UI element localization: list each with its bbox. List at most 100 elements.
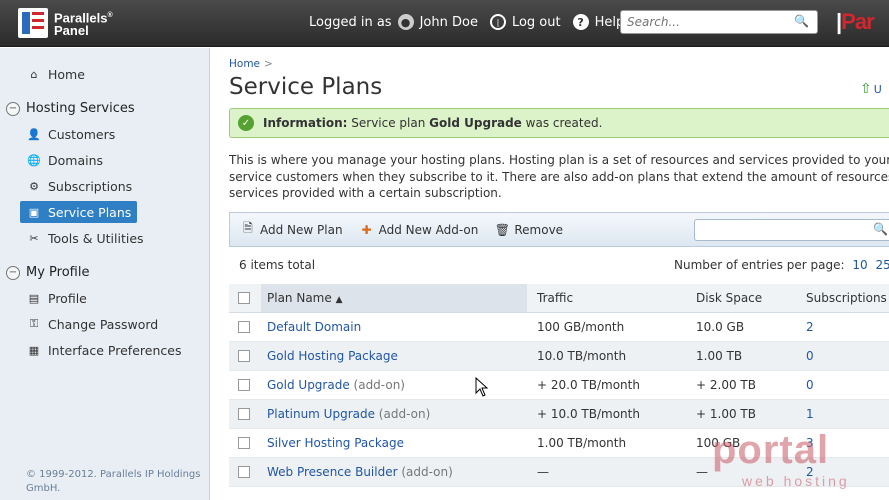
collapse-icon[interactable]: − — [6, 101, 20, 116]
column-plan-name[interactable]: Plan Name ▲ — [261, 284, 527, 313]
entries-per-page: Number of entries per page: 10 25 1 — [674, 258, 889, 272]
breadcrumb-home[interactable]: Home — [229, 58, 260, 70]
mouse-cursor-icon — [475, 376, 489, 397]
sidebar-item-tools[interactable]: ✂ Tools & Utilities — [26, 230, 143, 246]
plan-name-link[interactable]: Silver Hosting Package — [267, 436, 404, 450]
row-select-cell — [229, 428, 261, 458]
breadcrumb: Home > — [229, 58, 273, 70]
plan-name-link[interactable]: Default Domain — [267, 320, 361, 334]
sidebar-item-domains[interactable]: 🌐 Domains — [26, 152, 103, 168]
power-icon[interactable]: | — [489, 14, 506, 30]
column-disk-space[interactable]: Disk Space — [689, 284, 799, 313]
subscriptions-count-link[interactable]: 2 — [806, 320, 814, 334]
subscriptions-count-link[interactable]: 1 — [806, 407, 814, 421]
subscriptions-count-link[interactable]: 0 — [806, 349, 814, 363]
sidebar-item-profile[interactable]: ▤ Profile — [26, 290, 87, 306]
column-subscriptions[interactable]: Subscriptions — [799, 284, 889, 313]
puzzle-icon: ✚ — [361, 222, 372, 237]
table-row: Gold Hosting Package 10.0 TB/month 1.00 TB… — [229, 341, 889, 371]
plan-name-link[interactable]: Gold Upgrade — [267, 378, 350, 392]
tools-icon: ✂ — [29, 231, 39, 245]
logo-text: Parallels® Panel — [54, 10, 113, 39]
plan-name-cell: Silver Hosting Package — [261, 428, 527, 458]
subscriptions-cell: 1 — [799, 399, 889, 429]
search-icon[interactable]: 🔍 — [873, 222, 888, 236]
per-page-25[interactable]: 25 — [876, 258, 889, 272]
up-arrow-icon: ⇧ — [860, 81, 872, 97]
select-all-checkbox[interactable] — [238, 292, 250, 305]
search-icon[interactable]: 🔍 — [794, 14, 809, 28]
table-row: Gold Upgrade (add-on) + 20.0 TB/month + 2.… — [229, 370, 889, 400]
row-select-cell — [229, 457, 261, 487]
help-icon[interactable]: ? — [572, 14, 589, 30]
per-page-10[interactable]: 10 — [852, 258, 867, 272]
plan-name-link[interactable]: Web Presence Builder — [267, 465, 398, 479]
trash-icon: 🗑 — [494, 222, 510, 237]
collapse-icon[interactable]: − — [6, 265, 20, 280]
home-icon: ⌂ — [30, 67, 38, 81]
check-icon: ✓ — [238, 115, 254, 131]
row-checkbox[interactable] — [238, 466, 250, 478]
page-title: Service Plans — [229, 74, 383, 100]
row-checkbox[interactable] — [238, 408, 250, 420]
row-checkbox[interactable] — [238, 437, 250, 449]
customer-icon: 👤 — [27, 127, 41, 141]
global-search[interactable]: 🔍 — [620, 10, 818, 34]
row-select-cell — [229, 312, 261, 342]
add-new-addon-button[interactable]: ✚ Add New Add-on — [359, 222, 479, 238]
parallels-logo[interactable]: Parallels® Panel — [18, 8, 113, 38]
subscriptions-cell: 0 — [799, 341, 889, 371]
row-checkbox[interactable] — [238, 321, 250, 333]
sidebar-item-home[interactable]: ⌂ Home — [26, 66, 85, 82]
table-row: Platinum Upgrade (add-on) + 10.0 TB/month… — [229, 399, 889, 429]
add-plan-icon: 🗎 — [243, 221, 253, 235]
disk-space-cell: 1.00 TB — [689, 341, 799, 371]
row-select-cell — [229, 370, 261, 400]
key-icon: ⚿ — [29, 317, 39, 330]
watermark-logo: portal — [712, 428, 830, 472]
top-links: Logged in as ● John Doe | Log out ? Help — [309, 14, 636, 30]
subscriptions-cell: 0 — [799, 370, 889, 400]
items-total: 6 items total — [239, 258, 316, 272]
copyright: © 1999-2012. Parallels IP Holdings GmbH. — [26, 469, 201, 494]
up-level-link[interactable]: ⇧ U — [860, 81, 882, 97]
disk-space-cell: + 2.00 TB — [689, 370, 799, 400]
sort-ascending-icon: ▲ — [335, 294, 343, 305]
subscriptions-count-link[interactable]: 0 — [806, 378, 814, 392]
row-checkbox[interactable] — [238, 350, 250, 362]
plan-name-cell: Web Presence Builder (add-on) — [261, 457, 527, 487]
table-header-row: Plan Name ▲ Traffic Disk Space Subscript… — [229, 284, 889, 313]
row-select-cell — [229, 341, 261, 371]
info-message: ✓ Information: Service plan Gold Upgrade… — [229, 108, 889, 138]
subscription-icon: ⚙ — [29, 179, 39, 193]
sidebar-item-change-password[interactable]: ⚿ Change Password — [26, 316, 158, 332]
preferences-icon: ▦ — [28, 343, 40, 357]
sidebar-item-customers[interactable]: 👤 Customers — [26, 126, 115, 142]
section-hosting-services[interactable]: − Hosting Services — [6, 101, 135, 116]
remove-button[interactable]: 🗑 Remove — [494, 222, 563, 238]
user-icon: ● — [397, 14, 414, 30]
logged-in-label: Logged in as — [309, 14, 392, 30]
profile-icon: ▤ — [28, 291, 40, 305]
disk-space-cell: + 1.00 TB — [689, 399, 799, 429]
service-plan-icon: ▣ — [28, 205, 40, 219]
plan-name-link[interactable]: Platinum Upgrade — [267, 407, 375, 421]
list-search-input[interactable]: 🔍 — [694, 219, 889, 241]
add-new-plan-button[interactable]: 🗎 Add New Plan — [240, 221, 342, 238]
global-search-input[interactable] — [627, 12, 787, 32]
section-my-profile[interactable]: − My Profile — [6, 265, 89, 280]
select-all-cell — [229, 284, 261, 313]
subscriptions-cell: 2 — [799, 312, 889, 342]
row-checkbox[interactable] — [238, 379, 250, 391]
sidebar-item-subscriptions[interactable]: ⚙ Subscriptions — [26, 178, 132, 194]
sidebar-item-interface-preferences[interactable]: ▦ Interface Preferences — [26, 342, 182, 358]
disk-space-cell: 10.0 GB — [689, 312, 799, 342]
toolbar: 🗎 Add New Plan ✚ Add New Add-on 🗑 Remove… — [229, 212, 889, 247]
user-name-link[interactable]: John Doe — [420, 15, 478, 30]
brand-right-logo: |Par — [836, 9, 875, 34]
addon-label: (add-on) — [349, 377, 405, 392]
sidebar-item-service-plans[interactable]: ▣ Service Plans — [20, 201, 138, 223]
column-traffic[interactable]: Traffic — [527, 284, 689, 313]
plan-name-link[interactable]: Gold Hosting Package — [267, 349, 398, 363]
logout-link[interactable]: Log out — [512, 15, 561, 30]
